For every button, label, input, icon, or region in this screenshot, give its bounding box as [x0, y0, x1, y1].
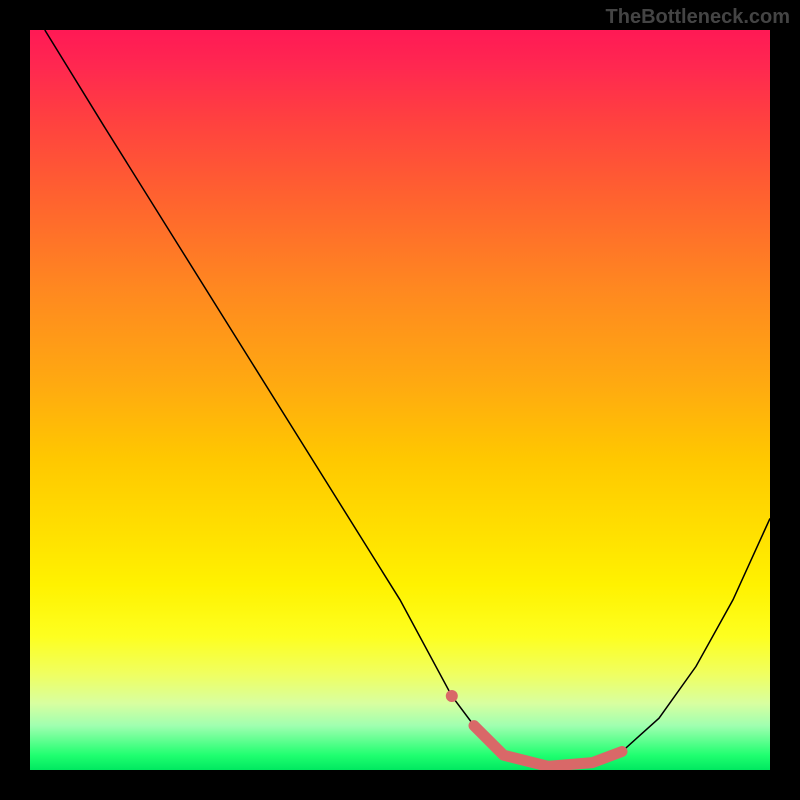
highlight-segment-path [474, 726, 622, 767]
chart-container [30, 30, 770, 770]
curve-svg [30, 30, 770, 770]
watermark-text: TheBottleneck.com [606, 6, 790, 29]
highlight-start-dot [446, 690, 458, 702]
bottleneck-curve-path [45, 30, 770, 766]
